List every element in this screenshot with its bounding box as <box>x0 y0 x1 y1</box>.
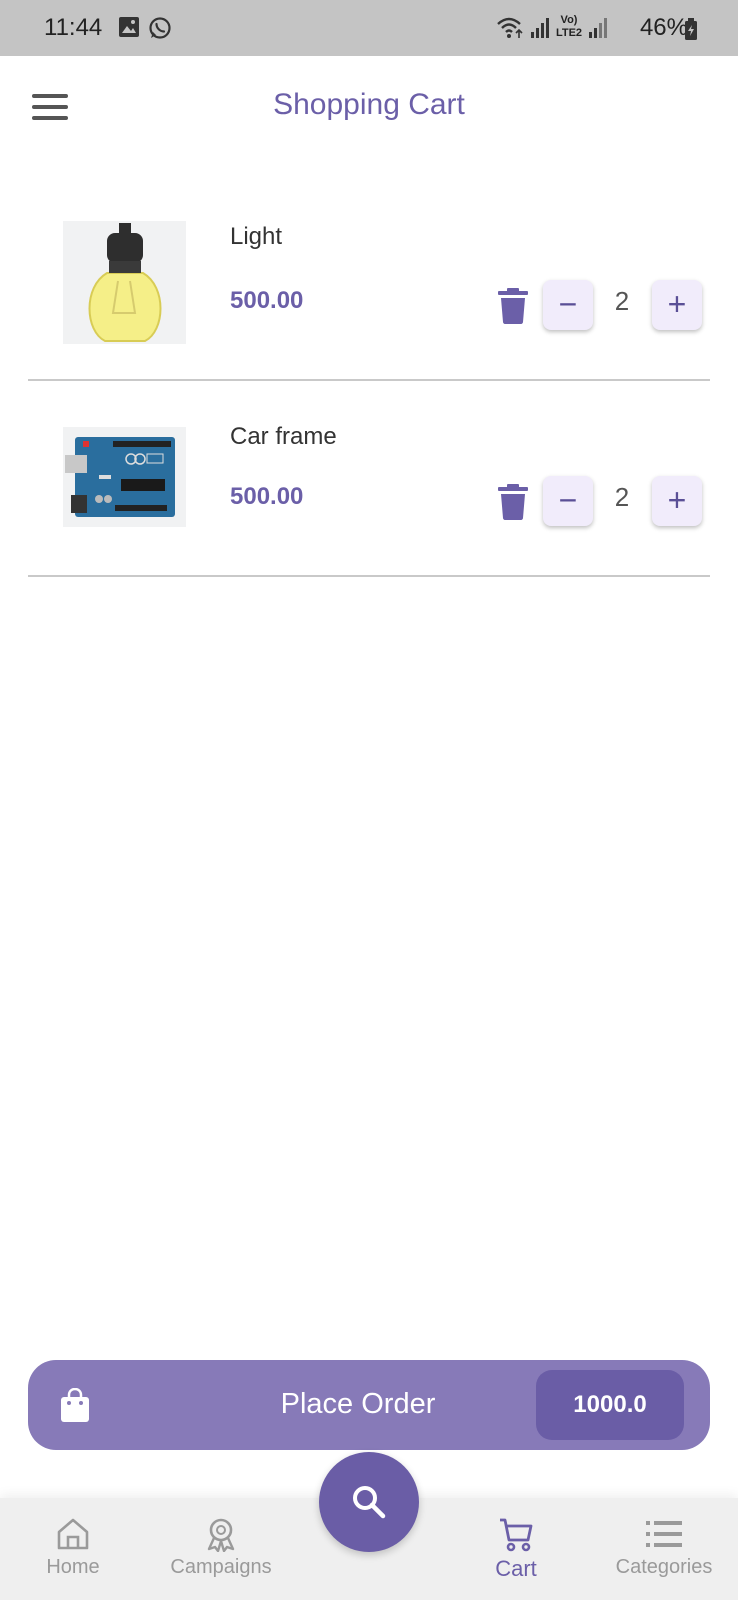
cart-icon <box>500 1518 533 1552</box>
status-time: 11:44 <box>44 14 103 41</box>
status-bar: 11:44 Vo) LTE2 46% <box>0 0 738 56</box>
nav-item-categories[interactable]: Categories <box>594 1516 734 1579</box>
list-icon <box>646 1521 682 1547</box>
increase-quantity-button[interactable]: + <box>652 280 702 330</box>
decrease-quantity-button[interactable]: − <box>543 476 593 526</box>
gallery-icon <box>119 17 139 37</box>
order-total: 1000.0 <box>536 1370 684 1440</box>
plus-icon: + <box>667 286 687 322</box>
whatsapp-icon <box>149 17 171 39</box>
trash-icon[interactable] <box>498 288 528 324</box>
quantity-value: 2 <box>614 286 630 316</box>
nav-label: Campaigns <box>170 1556 272 1578</box>
nav-label: Home <box>46 1556 100 1578</box>
place-order-button[interactable]: Place Order 1000.0 <box>28 1360 710 1450</box>
item-price: 500.00 <box>230 483 304 510</box>
decrease-quantity-button[interactable]: − <box>543 280 593 330</box>
item-name: Light <box>230 223 283 250</box>
nav-item-cart[interactable]: Cart <box>446 1516 586 1582</box>
nav-label: Categories <box>615 1556 713 1578</box>
network-label: Vo) LTE2 <box>555 14 583 39</box>
search-button[interactable] <box>319 1452 419 1552</box>
nav-item-home[interactable]: Home <box>3 1516 143 1579</box>
minus-icon: − <box>558 482 578 518</box>
wifi-icon <box>497 17 523 38</box>
battery-percent: 46% <box>639 14 688 41</box>
quantity-value: 2 <box>614 482 630 512</box>
shopping-bag-icon <box>61 1388 89 1422</box>
signal-icon <box>531 18 549 38</box>
item-name: Car frame <box>230 423 337 450</box>
increase-quantity-button[interactable]: + <box>652 476 702 526</box>
signal-icon-2 <box>589 18 607 38</box>
page-title: Shopping Cart <box>273 88 465 121</box>
light-bulb-image <box>63 221 186 344</box>
cart-item: Light 500.00 − 2 + <box>28 185 710 381</box>
minus-icon: − <box>558 286 578 322</box>
arduino-board-image <box>63 427 186 527</box>
search-icon <box>353 1486 386 1519</box>
award-icon <box>207 1518 235 1552</box>
nav-label: Cart <box>495 1556 537 1581</box>
place-order-label: Place Order <box>280 1388 436 1420</box>
cart-item: Car frame 500.00 − 2 + <box>28 381 710 577</box>
nav-item-campaigns[interactable]: Campaigns <box>151 1516 291 1579</box>
home-icon <box>57 1518 89 1550</box>
item-price: 500.00 <box>230 287 304 314</box>
trash-icon[interactable] <box>498 484 528 520</box>
battery-icon <box>685 18 697 40</box>
plus-icon: + <box>667 482 687 518</box>
